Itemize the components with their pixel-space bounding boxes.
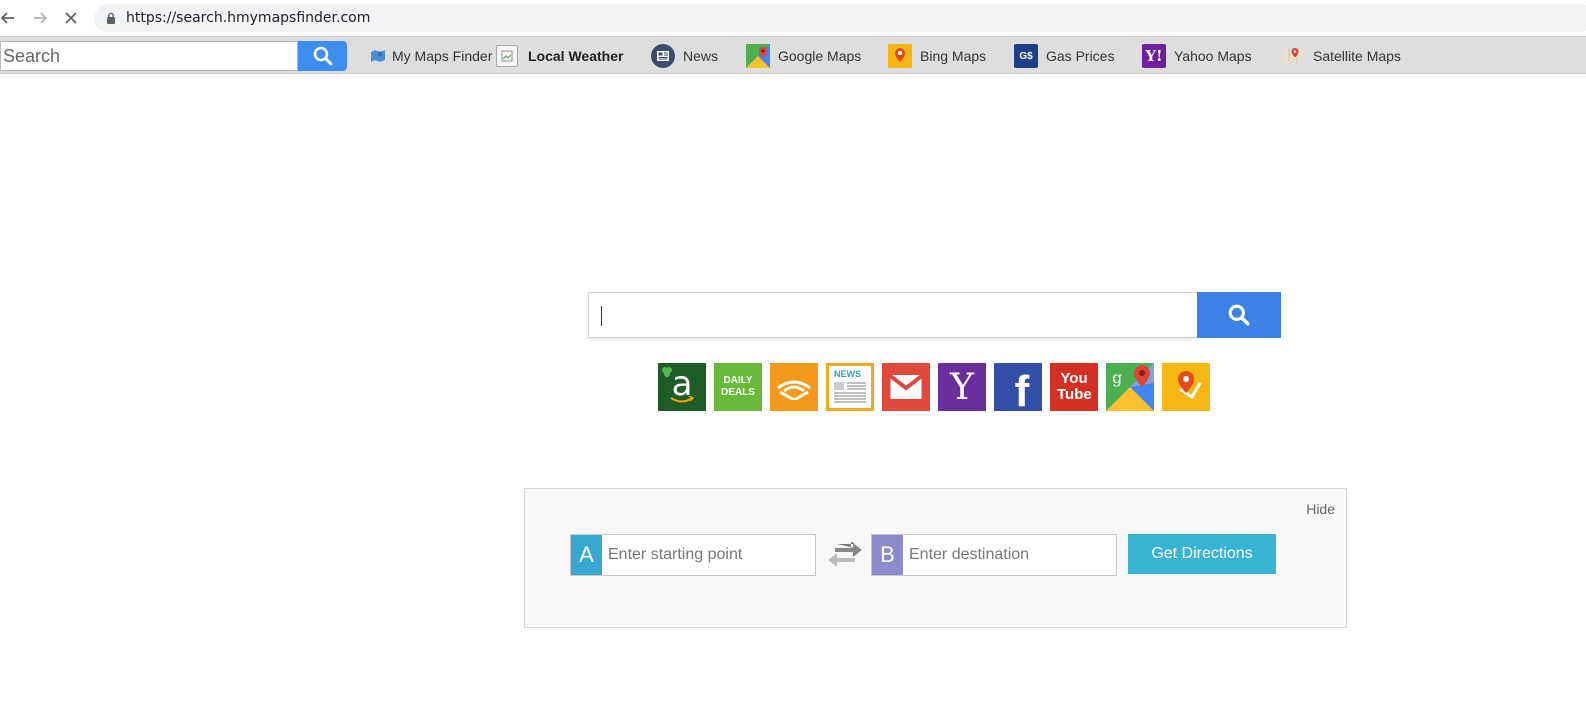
news-icon [651, 44, 675, 68]
toolbar-search-input[interactable] [0, 41, 298, 71]
toolbar-link-my-maps-finder[interactable]: My Maps Finder [370, 43, 492, 69]
bing-maps-icon [888, 44, 912, 68]
toolbar-link-local-weather[interactable]: Local Weather [496, 43, 623, 69]
destination-field[interactable]: B [871, 534, 1117, 576]
news-tile[interactable]: NEWS [826, 363, 874, 411]
satellite-maps-icon [1281, 44, 1305, 68]
swap-directions-icon[interactable] [825, 541, 865, 568]
youtube-tile[interactable]: You Tube [1050, 363, 1098, 411]
toolbar-link-satellite-maps[interactable]: Satellite Maps [1281, 43, 1401, 69]
search-icon [1228, 304, 1250, 326]
address-bar[interactable]: https://search.hmymapsfinder.com [94, 4, 1586, 32]
gmail-icon [888, 374, 924, 399]
search-icon [313, 46, 332, 66]
get-directions-button[interactable]: Get Directions [1128, 534, 1276, 574]
quick-link-tiles: a DAILY DEALS NEWS Y f You Tube g [658, 363, 1218, 411]
toolbar-link-gas-prices[interactable]: G$ Gas Prices [1014, 43, 1114, 69]
hide-link[interactable]: Hide [1306, 501, 1335, 517]
bing-maps-icon [1178, 371, 1202, 400]
audible-tile[interactable] [770, 363, 818, 411]
toolbar-search-button[interactable] [298, 41, 347, 71]
stop-loading-icon[interactable] [59, 6, 83, 30]
google-maps-tile[interactable]: g [1106, 363, 1154, 411]
back-arrow-icon[interactable] [0, 6, 20, 30]
newspaper-icon: NEWS [829, 366, 871, 408]
main-search-field[interactable] [588, 292, 1198, 338]
yahoo-tile[interactable]: Y [938, 363, 986, 411]
start-point-field[interactable]: A [570, 534, 816, 576]
bing-maps-tile[interactable] [1162, 363, 1210, 411]
toolbar-link-yahoo-maps[interactable]: Y! Yahoo Maps [1142, 43, 1252, 69]
daily-deals-icon: DAILY DEALS [721, 375, 755, 398]
main-search-input[interactable] [589, 293, 1198, 337]
yahoo-maps-icon: Y! [1142, 44, 1166, 68]
extension-toolbar: My Maps Finder Local Weather News Google… [0, 36, 1586, 74]
directions-widget: Hide A B Get Directions [524, 488, 1347, 628]
main-search-button[interactable] [1197, 292, 1281, 338]
maps-finder-icon [370, 44, 386, 68]
daily-deals-tile[interactable]: DAILY DEALS [714, 363, 762, 411]
browser-chrome: https://search.hmymapsfinder.com [0, 0, 1586, 36]
toolbar-link-google-maps[interactable]: Google Maps [746, 43, 861, 69]
google-maps-tile-label: g [1112, 368, 1123, 387]
toolbar-link-bing-maps[interactable]: Bing Maps [888, 43, 986, 69]
youtube-icon: You Tube [1057, 370, 1092, 403]
destination-badge: B [872, 535, 903, 575]
toolbar-link-news[interactable]: News [651, 43, 718, 69]
start-badge: A [571, 535, 602, 575]
audible-icon [777, 380, 811, 400]
text-caret [601, 306, 602, 326]
facebook-tile[interactable]: f [994, 363, 1042, 411]
facebook-icon: f [1014, 367, 1030, 411]
yahoo-icon: Y [950, 366, 974, 408]
forward-arrow-icon[interactable] [28, 6, 52, 30]
broken-image-icon [496, 45, 518, 67]
google-maps-icon [746, 44, 770, 68]
gmail-tile[interactable] [882, 363, 930, 411]
destination-input[interactable] [903, 535, 1116, 575]
url-text: https://search.hmymapsfinder.com [126, 10, 371, 26]
amazon-tile[interactable]: a [658, 363, 706, 411]
gas-prices-icon: G$ [1014, 44, 1038, 68]
lock-icon [107, 12, 115, 24]
news-tile-label: NEWS [834, 369, 861, 379]
start-point-input[interactable] [602, 535, 815, 575]
